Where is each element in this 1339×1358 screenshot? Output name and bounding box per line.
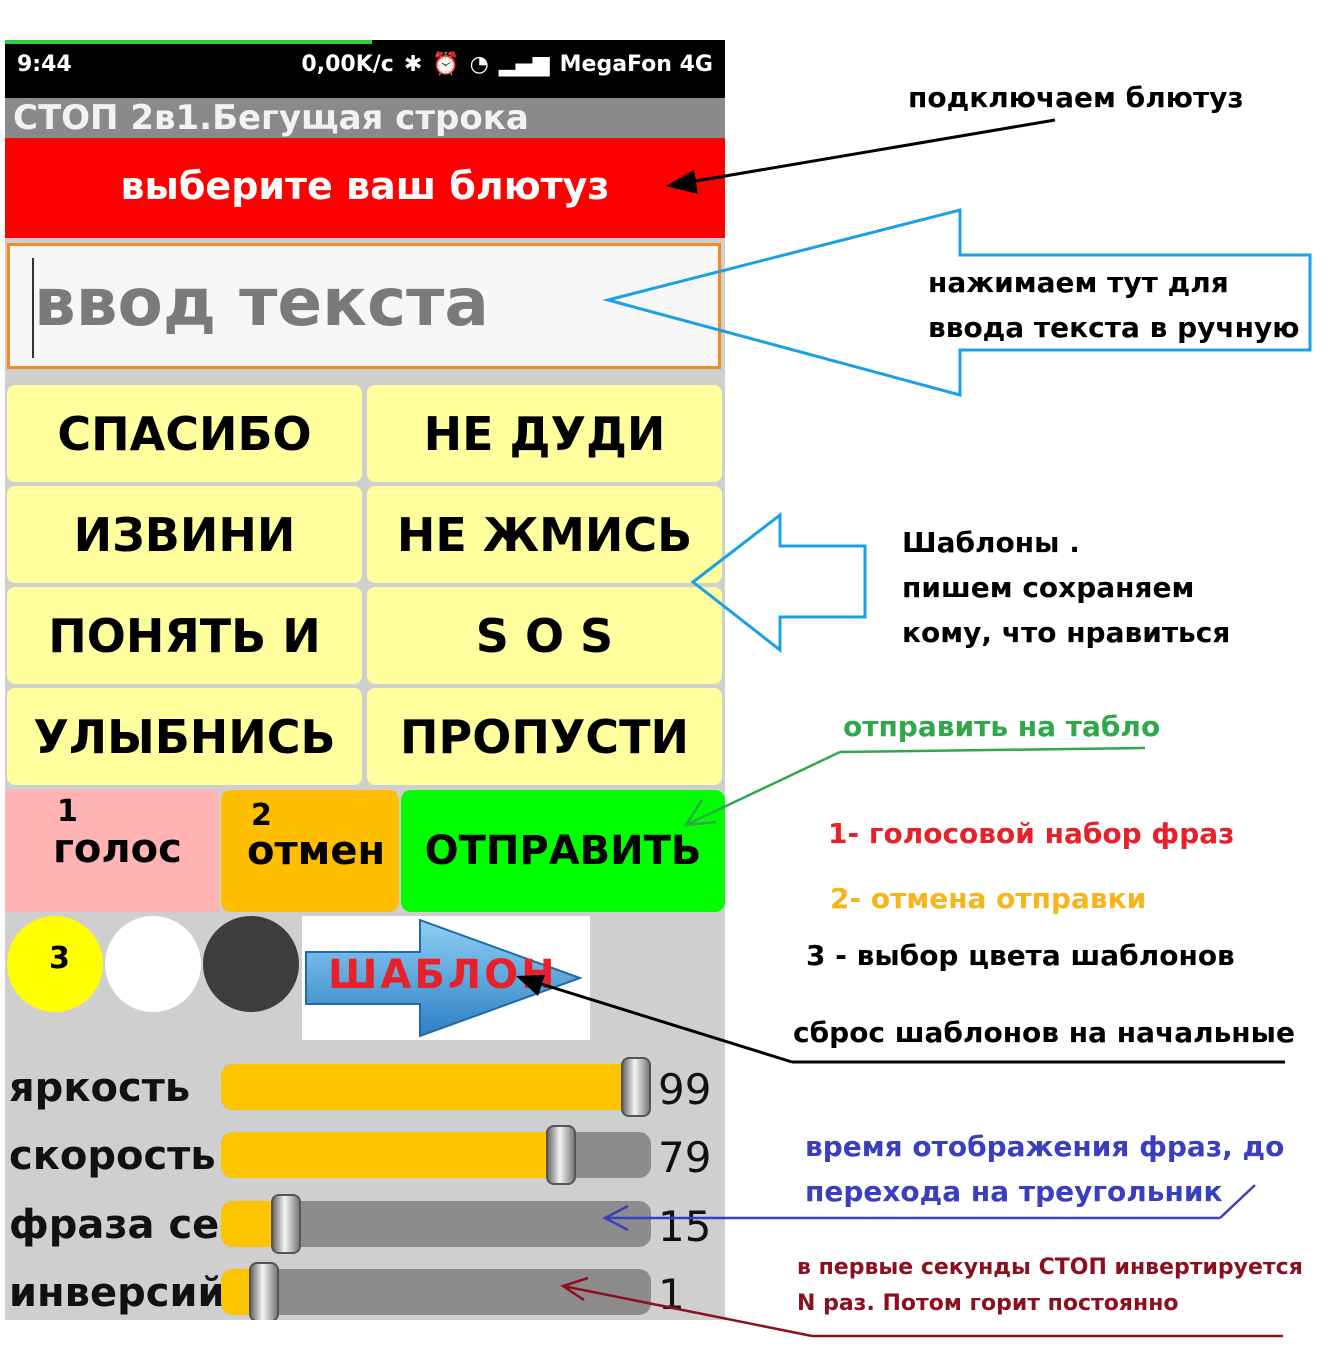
note-legend-3: 3 - выбор цвета шаблонов bbox=[806, 939, 1235, 972]
bluetooth-arrow bbox=[666, 118, 1056, 194]
note-legend-1: 1- голосовой набор фраз bbox=[828, 817, 1235, 850]
note-phrase-line1: время отображения фраз, до bbox=[805, 1130, 1285, 1163]
templates-hollow-arrow bbox=[690, 511, 867, 654]
note-templates-line3: кому, что нравиться bbox=[902, 616, 1231, 649]
note-templates-line1: Шаблоны . bbox=[902, 526, 1080, 559]
note-inversion-line1: в первые секунды СТОП инвертируется bbox=[797, 1255, 1303, 1280]
note-inversion-line2: N раз. Потом горит постоянно bbox=[797, 1291, 1179, 1316]
note-input-line2: ввода текста в ручную bbox=[928, 311, 1300, 344]
note-templates-line2: пишем сохраняем bbox=[902, 571, 1195, 604]
note-legend-2: 2- отмена отправки bbox=[830, 882, 1147, 915]
note-input-line1: нажимаем тут для bbox=[928, 266, 1229, 299]
note-bluetooth: подключаем блютуз bbox=[908, 81, 1244, 114]
note-send: отправить на табло bbox=[843, 710, 1161, 743]
note-reset: сброс шаблонов на начальные bbox=[793, 1016, 1295, 1049]
note-phrase-line2: перехода на треугольник bbox=[805, 1175, 1223, 1208]
